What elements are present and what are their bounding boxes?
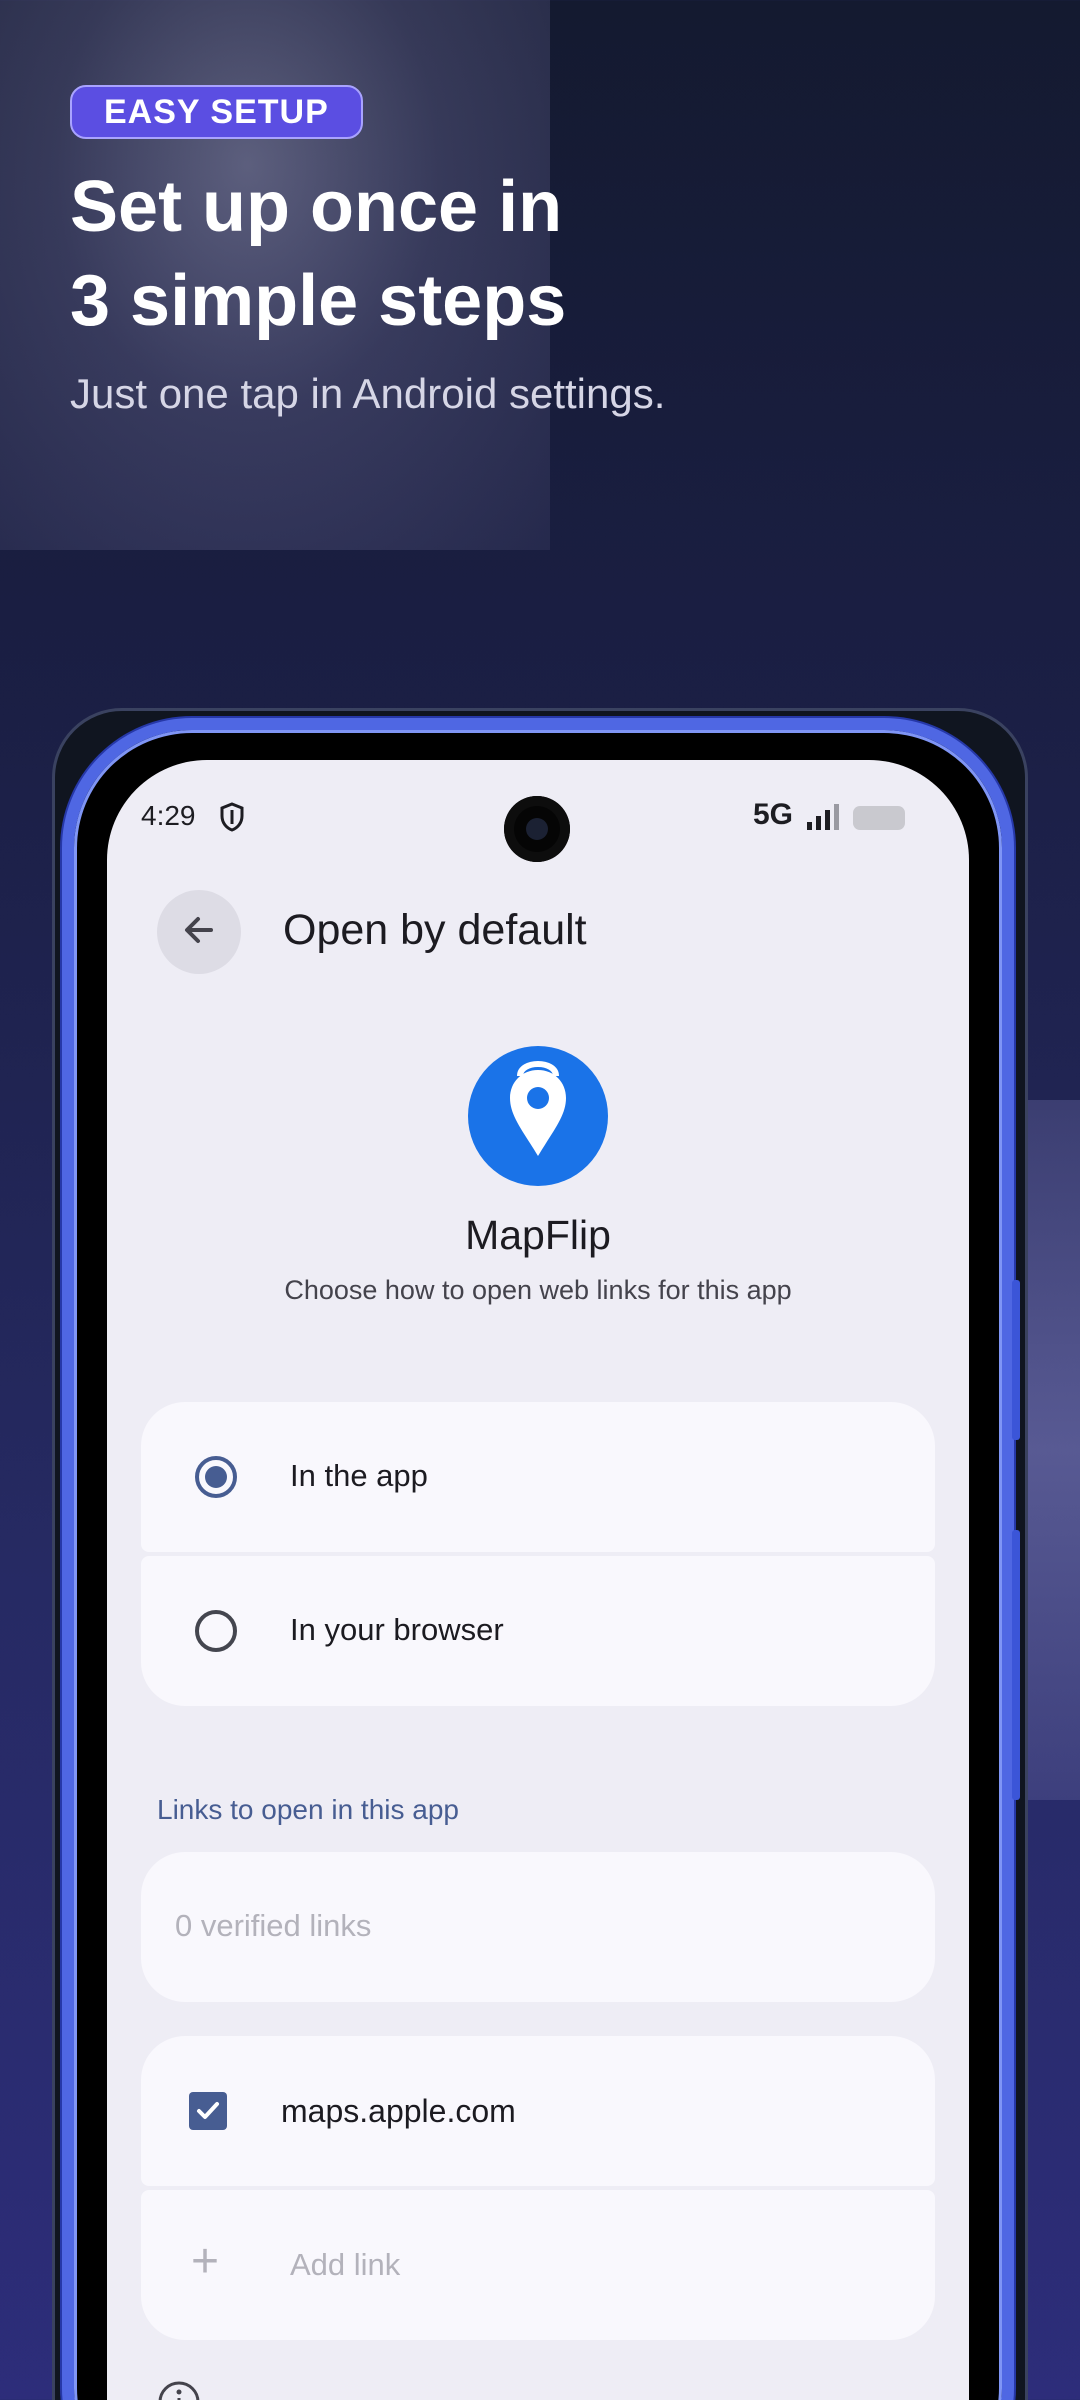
add-link-button[interactable]: + Add link	[141, 2190, 935, 2340]
info-icon	[157, 2380, 201, 2400]
headline-line-2: 3 simple steps	[70, 261, 567, 341]
app-description: Choose how to open web links for this ap…	[284, 1275, 792, 1305]
back-button[interactable]	[157, 890, 241, 974]
option-in-browser[interactable]: In your browser	[141, 1556, 935, 1706]
add-link-label: Add link	[290, 2247, 401, 2282]
front-camera	[504, 796, 570, 862]
link-domain: maps.apple.com	[281, 2093, 516, 2129]
radio-in-app[interactable]	[195, 1456, 237, 1498]
option-in-browser-label: In your browser	[290, 1612, 504, 1647]
signal-icon	[805, 802, 845, 837]
links-section-label: Links to open in this app	[157, 1794, 459, 1825]
shield-icon	[219, 802, 245, 837]
battery-icon	[853, 806, 905, 830]
easy-setup-badge: EASY SETUP	[70, 85, 363, 139]
link-checkbox[interactable]	[189, 2092, 227, 2130]
option-in-app[interactable]: In the app	[141, 1402, 935, 1552]
app-name: MapFlip	[465, 1212, 611, 1258]
promo-subhead: Just one tap in Android settings.	[70, 370, 666, 417]
radio-in-browser[interactable]	[195, 1610, 237, 1652]
check-icon	[197, 2102, 219, 2119]
status-time: 4:29	[141, 800, 196, 831]
map-pin-icon	[510, 1061, 566, 1156]
side-glow	[1020, 1100, 1080, 1800]
page-title: Open by default	[283, 906, 587, 954]
verified-links-text: 0 verified links	[175, 1908, 372, 1943]
headline-line-1: Set up once in	[70, 167, 563, 247]
plus-icon: +	[191, 2235, 220, 2288]
arrow-left-icon	[179, 910, 219, 955]
power-button	[1012, 1530, 1020, 1800]
promo-headline: Set up once in 3 simple steps	[70, 160, 970, 348]
app-icon	[468, 1046, 608, 1186]
phone-screen: 4:29 5G Open by default MapFlip Choose h…	[107, 760, 969, 2400]
network-type: 5G	[753, 798, 794, 831]
verified-links-card: 0 verified links	[141, 1852, 935, 2002]
option-in-app-label: In the app	[290, 1458, 428, 1493]
link-item[interactable]: maps.apple.com	[141, 2036, 935, 2186]
volume-button	[1012, 1280, 1020, 1440]
status-bar: 4:29 5G	[107, 760, 969, 870]
